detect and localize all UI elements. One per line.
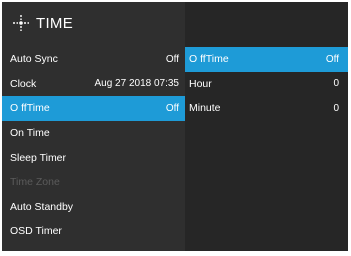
submenu-item-o-fftime[interactable]: O ffTime Off [185,47,348,72]
menu-item-o-fftime[interactable]: O ffTime Off [2,96,185,121]
menu-item-value: Off [325,53,339,65]
menu-item-label: Minute [189,102,221,115]
right-panel [185,2,348,251]
menu-item-label: Clock [10,77,37,90]
menu-item-value: 0 [333,102,339,114]
menu-item-clock[interactable]: Clock Aug 27 2018 07:35 [2,72,185,97]
tv-menu-frame: TIME Auto Sync Off Clock Aug 27 2018 07:35 O… [0,0,351,256]
submenu-item-minute[interactable]: Minute 0 [185,96,348,121]
menu-header: TIME [2,2,185,44]
menu-item-label: On Time [10,127,50,140]
menu-item-label: Auto Sync [10,53,58,66]
page-title: TIME [36,14,74,32]
menu-item-value: Aug 27 2018 07:35 [94,78,179,90]
menu-item-auto-standby[interactable]: Auto Standby [2,195,185,220]
menu-item-label: Sleep Timer [10,151,67,164]
menu-item-label: O ffTime [189,53,229,66]
menu-item-label: Time Zone [10,176,60,189]
menu-item-sleep-timer[interactable]: Sleep Timer [2,145,185,170]
menu-item-on-time[interactable]: On Time [2,121,185,146]
menu-item-label: OSD Timer [10,225,62,238]
time-settings-list: Auto Sync Off Clock Aug 27 2018 07:35 O ffTi… [2,47,185,244]
menu-item-label: Auto Standby [10,200,74,213]
menu-item-time-zone: Time Zone [2,170,185,195]
menu-item-value: Off [165,53,179,65]
menu-item-value: 0 [333,78,339,90]
clock-time-icon [12,14,30,32]
menu-item-osd-timer[interactable]: OSD Timer [2,219,185,244]
menu-item-auto-sync[interactable]: Auto Sync Off [2,47,185,72]
menu-item-label: O ffTime [10,102,50,115]
submenu-item-hour[interactable]: Hour 0 [185,72,348,97]
menu-item-label: Hour [189,77,212,90]
offtime-submenu: O ffTime Off Hour 0 Minute 0 [185,47,348,121]
menu-item-value: Off [165,102,179,114]
